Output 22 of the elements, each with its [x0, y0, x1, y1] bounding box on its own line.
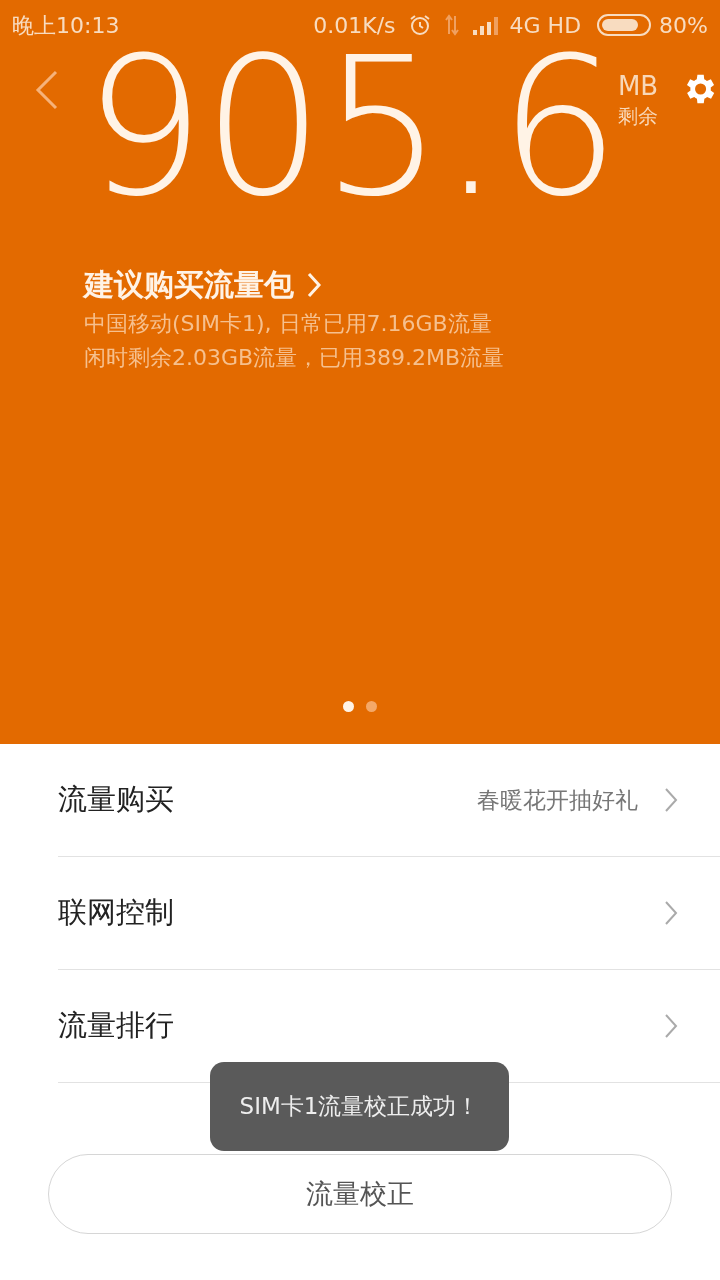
- status-time: 晚上10:13: [12, 11, 120, 40]
- battery-icon: [597, 14, 652, 36]
- network-speed: 0.01K/s: [313, 11, 396, 40]
- menu-label: 流量购买: [58, 781, 174, 819]
- unit-label: MB: [617, 70, 659, 102]
- menu-item[interactable]: 联网控制: [58, 857, 720, 970]
- chevron-icon: [664, 900, 678, 926]
- chevron-icon: [664, 787, 678, 813]
- usage-info: 中国移动(SIM卡1), 日常已用7.16GB流量: [84, 310, 493, 338]
- chevron-icon: [664, 1013, 678, 1039]
- usage-info: 闲时剩余2.03GB流量，已用389.2MB流量: [84, 344, 506, 372]
- remaining-data: 905.6: [84, 38, 618, 218]
- network-type: 4G HD: [509, 11, 582, 40]
- chevron-icon: [306, 270, 322, 299]
- menu-detail: 春暖花开抽好礼: [477, 785, 638, 815]
- battery-percent: 80%: [659, 11, 708, 40]
- menu-label: 流量排行: [58, 1007, 174, 1045]
- menu-item[interactable]: 流量购买 春暖花开抽好礼: [58, 744, 720, 857]
- toast: SIM卡1流量校正成功！: [210, 1062, 509, 1151]
- menu-label: 联网控制: [58, 894, 174, 932]
- remaining-label: 剩余: [618, 103, 659, 130]
- data-arrows-icon: [443, 14, 460, 36]
